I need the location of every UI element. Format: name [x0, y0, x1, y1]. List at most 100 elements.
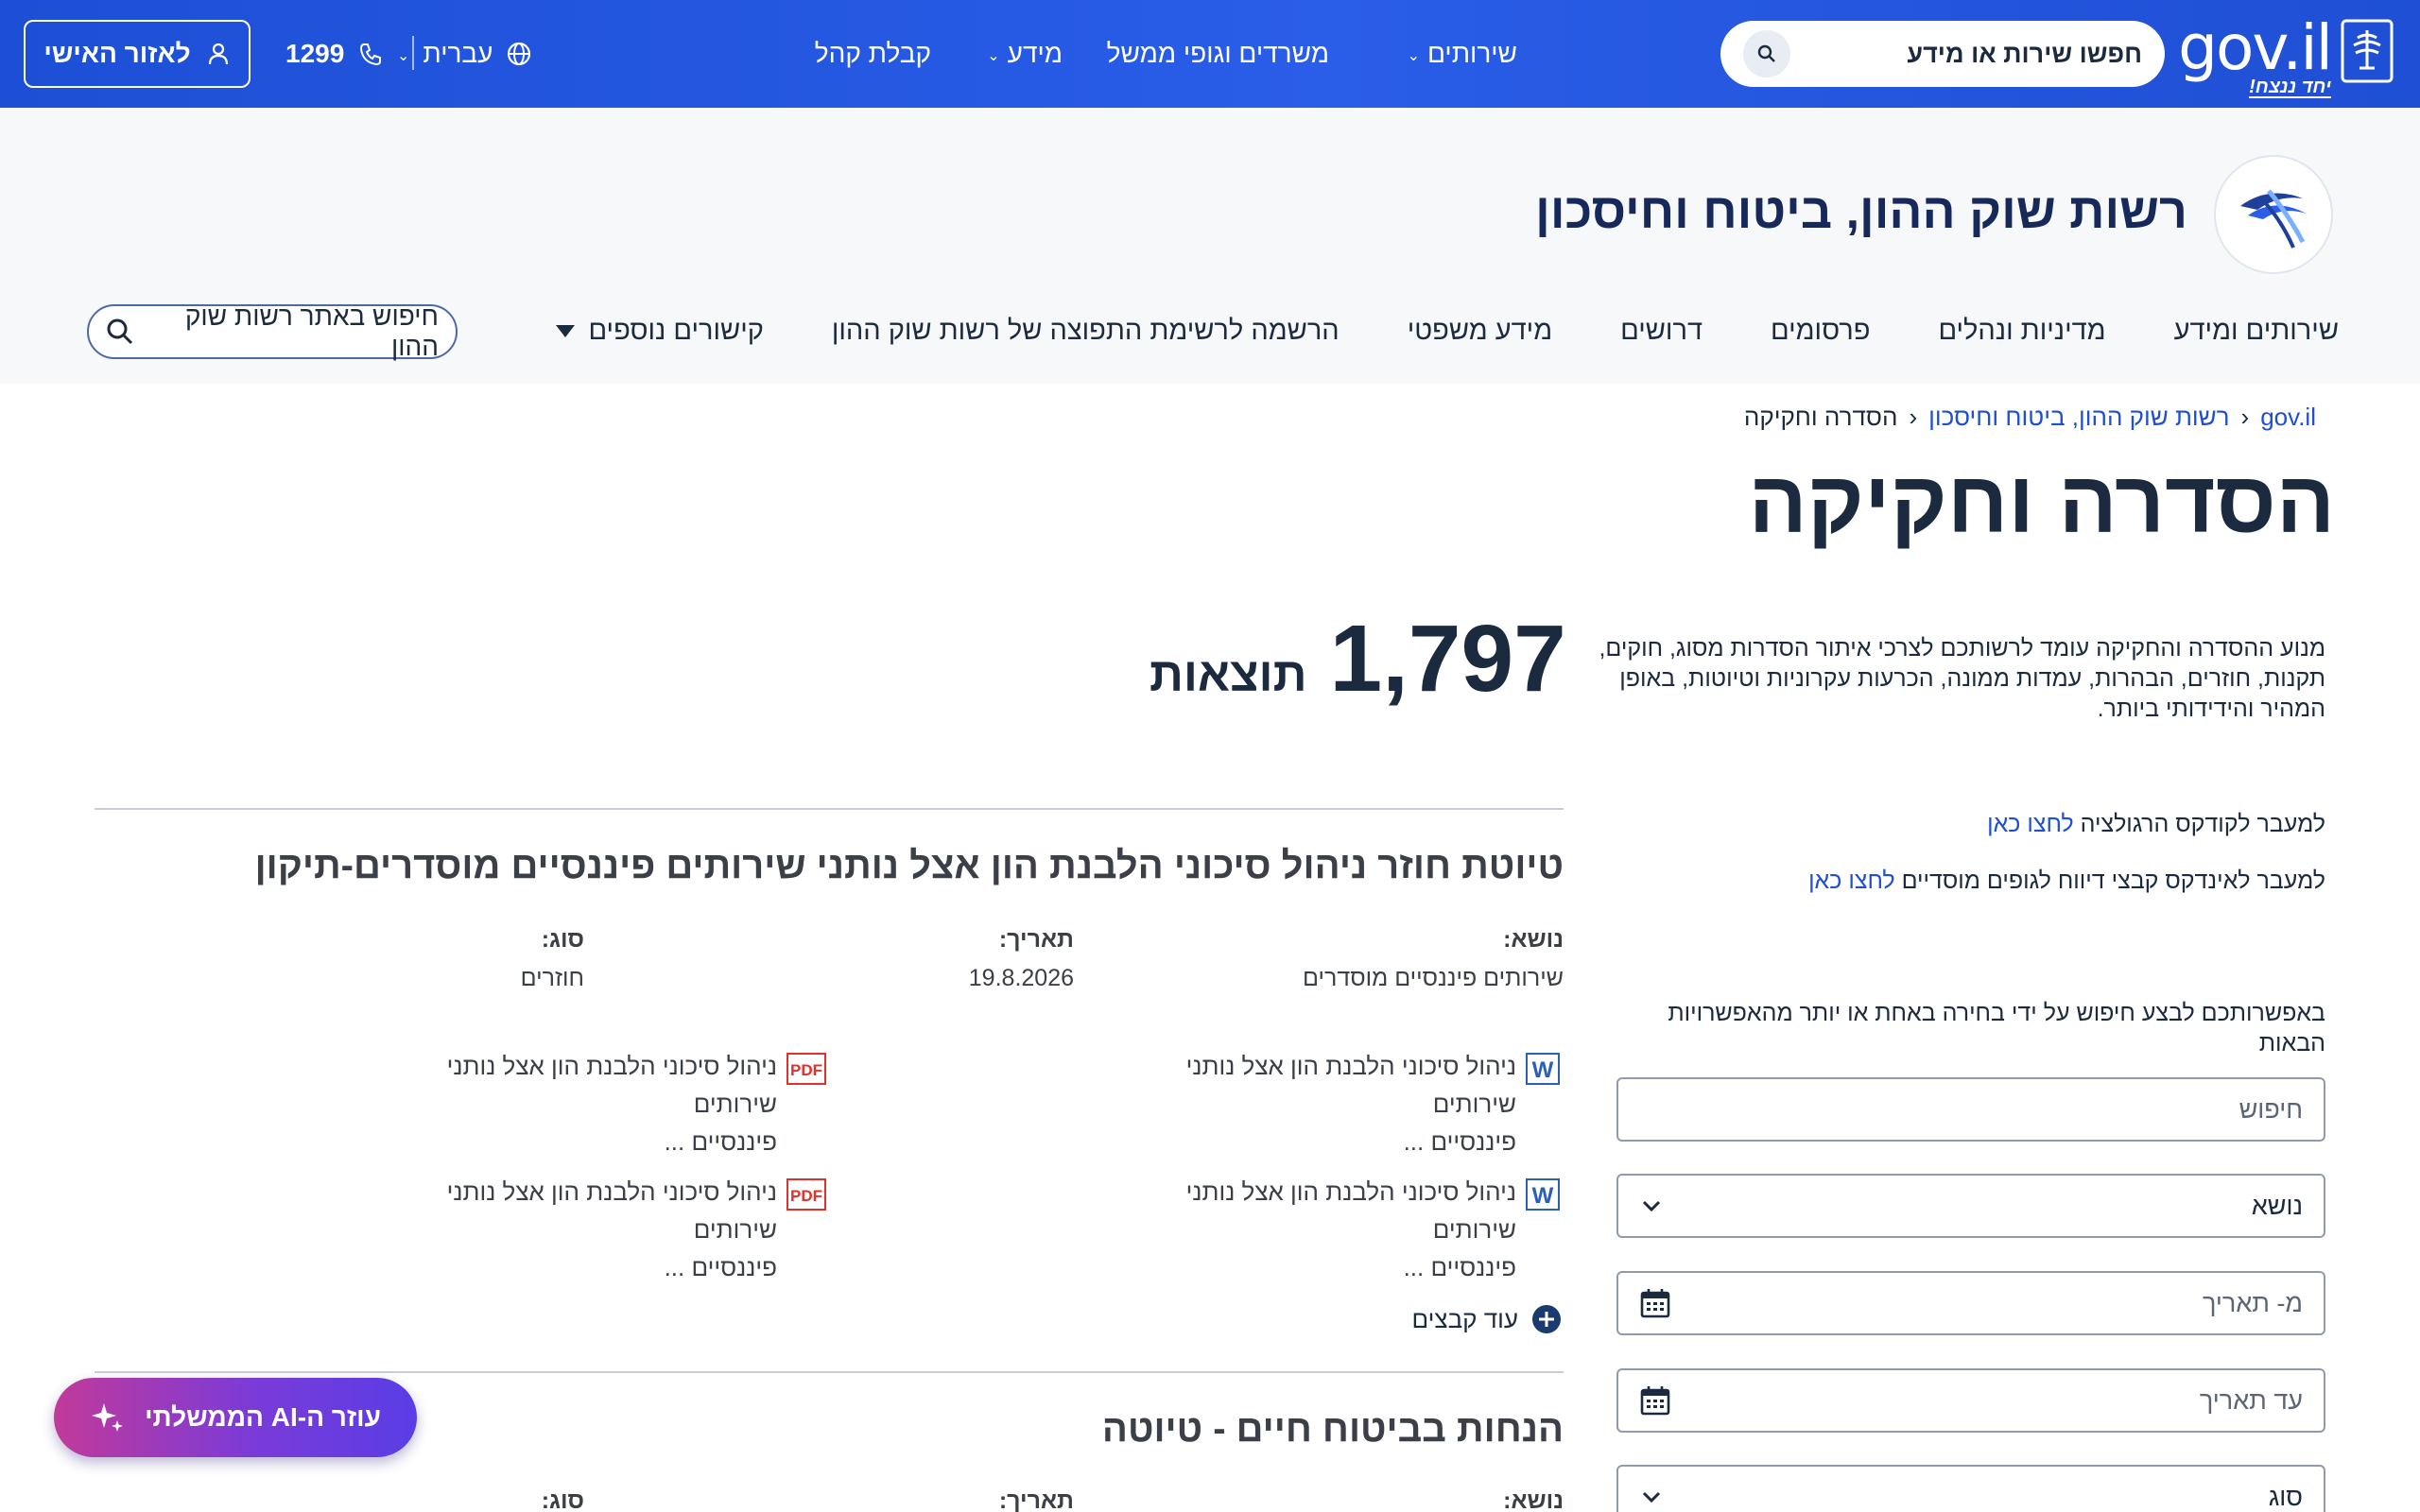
gov-il-logo[interactable]: gov.il יחד ננצח! — [2178, 11, 2394, 98]
site-nav-policy[interactable]: מדיניות ונהלים — [1938, 316, 2105, 347]
language-label: עברית — [423, 39, 493, 68]
search-icon — [107, 318, 133, 345]
intro-text: מנוע ההסדרה והחקיקה עומד לרשותכם לצרכי א… — [1599, 635, 2325, 722]
reporting-index-link[interactable]: לחצו כאן — [1808, 868, 1895, 894]
site-title: רשות שוק ההון, ביטוח וחיסכון — [1535, 184, 2187, 239]
gov-top-bar: gov.il יחד ננצח! חפשו שירות או מידע שירו… — [0, 0, 2420, 108]
file-name-cont: פיננסיים ... — [1403, 1127, 1516, 1156]
filter-search-input[interactable]: חיפוש — [1616, 1077, 2325, 1142]
site-logo[interactable] — [2214, 155, 2333, 274]
site-search-field[interactable]: חיפוש באתר רשות שוק ההון — [87, 301, 458, 362]
results-count-label: תוצאות — [1150, 648, 1307, 701]
nav-reception-label: קבלת קהל — [814, 39, 931, 68]
phone-link[interactable]: 1299 — [285, 0, 384, 108]
site-nav-more-links-label: קישורים נוספים — [588, 316, 764, 346]
site-nav-services[interactable]: שירותים ומידע — [2174, 316, 2339, 347]
results-count: 1,797 תוצאות — [1150, 605, 1566, 713]
chevron-down-icon: ⌄ — [397, 48, 410, 64]
file-name: ניהול סיכוני הלבנת הון אצל נותני שירותים — [1185, 1177, 1516, 1244]
result-type-label: סוג: — [541, 926, 584, 953]
site-search-input[interactable]: חיפוש באתר רשות שוק ההון — [146, 301, 439, 362]
filter-type-select[interactable]: סוג — [1616, 1465, 2325, 1512]
breadcrumb-home[interactable]: gov.il — [2260, 403, 2316, 432]
nav-services-label: שירותים — [1427, 39, 1517, 68]
breadcrumb: gov.il ‹ רשות שוק ההון, ביטוח וחיסכון ‹ … — [1744, 403, 2316, 432]
globe-icon — [508, 42, 531, 66]
regulation-codex-link[interactable]: לחצו כאן — [1987, 811, 2074, 837]
search-icon — [1757, 44, 1775, 62]
result-title[interactable]: הנחות בביטוח חיים - טיוטה — [1102, 1408, 1564, 1451]
site-nav-jobs[interactable]: דרושים — [1620, 316, 1703, 347]
more-files-button[interactable]: עוד קבצים — [1412, 1304, 1562, 1334]
result-type: סוג: — [542, 1487, 584, 1512]
gov-il-slogan: יחד ננצח! — [2249, 77, 2331, 98]
result-file-link[interactable]: W ניהול סיכוני הלבנת הון אצל נותני שירות… — [1115, 1047, 1560, 1160]
result-date: תאריך: 19.8.2026 — [969, 926, 1074, 992]
filter-from-date[interactable]: מ- תאריך — [1616, 1271, 2325, 1335]
file-name: ניהול סיכוני הלבנת הון אצל נותני שירותים — [1185, 1052, 1516, 1118]
result-title[interactable]: טיוטת חוזר ניהול סיכוני הלבנת הון אצל נו… — [255, 845, 1564, 887]
result-type-label: סוג: — [541, 1487, 584, 1512]
caret-down-icon — [556, 325, 576, 337]
regulation-codex-link-row: למעבר לקודקס הרגולציה לחצו כאן — [1987, 811, 2325, 838]
nav-reception[interactable]: קבלת קהל — [815, 0, 931, 108]
global-search-input[interactable]: חפשו שירות או מידע — [1777, 40, 2142, 69]
svg-text:W: W — [1532, 1183, 1554, 1209]
filter-type-label: סוג — [2268, 1482, 2303, 1511]
reporting-index-text: למעבר לאינדקס קבצי דיווח לגופים מוסדיים — [1894, 868, 2325, 894]
global-search-field[interactable]: חפשו שירות או מידע — [1720, 21, 2165, 87]
file-name-cont: פיננסיים ... — [1403, 1253, 1516, 1281]
filter-to-date[interactable]: עד תאריך — [1616, 1368, 2325, 1433]
cma-logo-icon — [2240, 189, 2307, 249]
result-file-link[interactable]: W ניהול סיכוני הלבנת הון אצל נותני שירות… — [1115, 1173, 1560, 1286]
nav-information[interactable]: מידע ⌄ — [987, 0, 1063, 108]
result-file-link[interactable]: PDF ניהול סיכוני הלבנת הון אצל נותני שיר… — [382, 1047, 826, 1160]
language-selector[interactable]: עברית ⌄ — [397, 0, 532, 108]
results-count-number: 1,797 — [1329, 606, 1566, 712]
nav-services[interactable]: שירותים ⌄ — [1408, 0, 1517, 108]
result-date-value: 19.8.2026 — [968, 965, 1074, 991]
filter-search-placeholder: חיפוש — [2238, 1094, 2303, 1124]
file-name: ניהול סיכוני הלבנת הון אצל נותני שירותים — [446, 1052, 777, 1118]
calendar-icon[interactable] — [1639, 1287, 1671, 1319]
chevron-down-icon: ⌄ — [1407, 48, 1420, 64]
plus-circle-icon — [1532, 1305, 1561, 1333]
filter-topic-label: נושא — [2251, 1191, 2303, 1220]
ai-assistant-button[interactable]: עוזר ה-AI הממשלתי — [54, 1378, 417, 1457]
calendar-icon[interactable] — [1639, 1384, 1671, 1417]
state-emblem-icon — [2341, 19, 2394, 83]
filter-from-date-placeholder: מ- תאריך — [2203, 1288, 2303, 1317]
result-topic-label: נושא: — [1503, 926, 1564, 953]
personal-area-button[interactable]: לאזור האישי — [24, 20, 251, 88]
personal-area-label: לאזור האישי — [43, 39, 191, 68]
global-search-button[interactable] — [1743, 30, 1790, 77]
chevron-down-icon — [1642, 1200, 1661, 1212]
site-nav-legal[interactable]: מידע משפטי — [1408, 316, 1552, 347]
breadcrumb-current: הסדרה וחקיקה — [1743, 403, 1898, 431]
result-file-link[interactable]: PDF ניהול סיכוני הלבנת הון אצל נותני שיר… — [382, 1173, 826, 1286]
result-date-label: תאריך: — [998, 926, 1074, 953]
nav-ministries[interactable]: משרדים וגופי ממשל — [1107, 0, 1329, 108]
site-header: רשות שוק ההון, ביטוח וחיסכון שירותים ומי… — [0, 108, 2420, 384]
result-date-label: תאריך: — [998, 1487, 1074, 1512]
filter-topic-select[interactable]: נושא — [1616, 1174, 2325, 1238]
pdf-icon: PDF — [786, 1053, 826, 1085]
chevron-down-icon: ⌄ — [987, 48, 1000, 64]
filter-to-date-placeholder: עד תאריך — [2199, 1385, 2303, 1415]
file-name-cont: פיננסיים ... — [664, 1253, 777, 1281]
result-type-value: חוזרים — [520, 965, 584, 991]
site-nav-more-links[interactable]: קישורים נוספים — [556, 316, 764, 347]
site-nav-publications[interactable]: פרסומים — [1771, 316, 1870, 347]
result-topic-value: שירותים פיננסיים מוסדרים — [1303, 965, 1564, 991]
file-name: ניהול סיכוני הלבנת הון אצל נותני שירותים — [446, 1177, 777, 1244]
breadcrumb-authority[interactable]: רשות שוק ההון, ביטוח וחיסכון — [1928, 403, 2229, 432]
site-nav-mailing-list[interactable]: הרשמה לרשימת התפוצה של רשות שוק ההון — [832, 316, 1340, 347]
chevron-down-icon — [1642, 1491, 1661, 1503]
word-icon: W — [1526, 1178, 1560, 1211]
results-divider — [95, 808, 1564, 810]
filter-instructions: באפשרותכם לבצע חיפוש על ידי בחירה באחת א… — [1668, 1000, 2325, 1057]
svg-text:PDF: PDF — [790, 1061, 822, 1079]
topbar-divider — [412, 36, 414, 70]
sparkle-icon — [92, 1403, 124, 1432]
result-topic: נושא: שירותים פיננסיים מוסדרים — [1303, 926, 1564, 992]
